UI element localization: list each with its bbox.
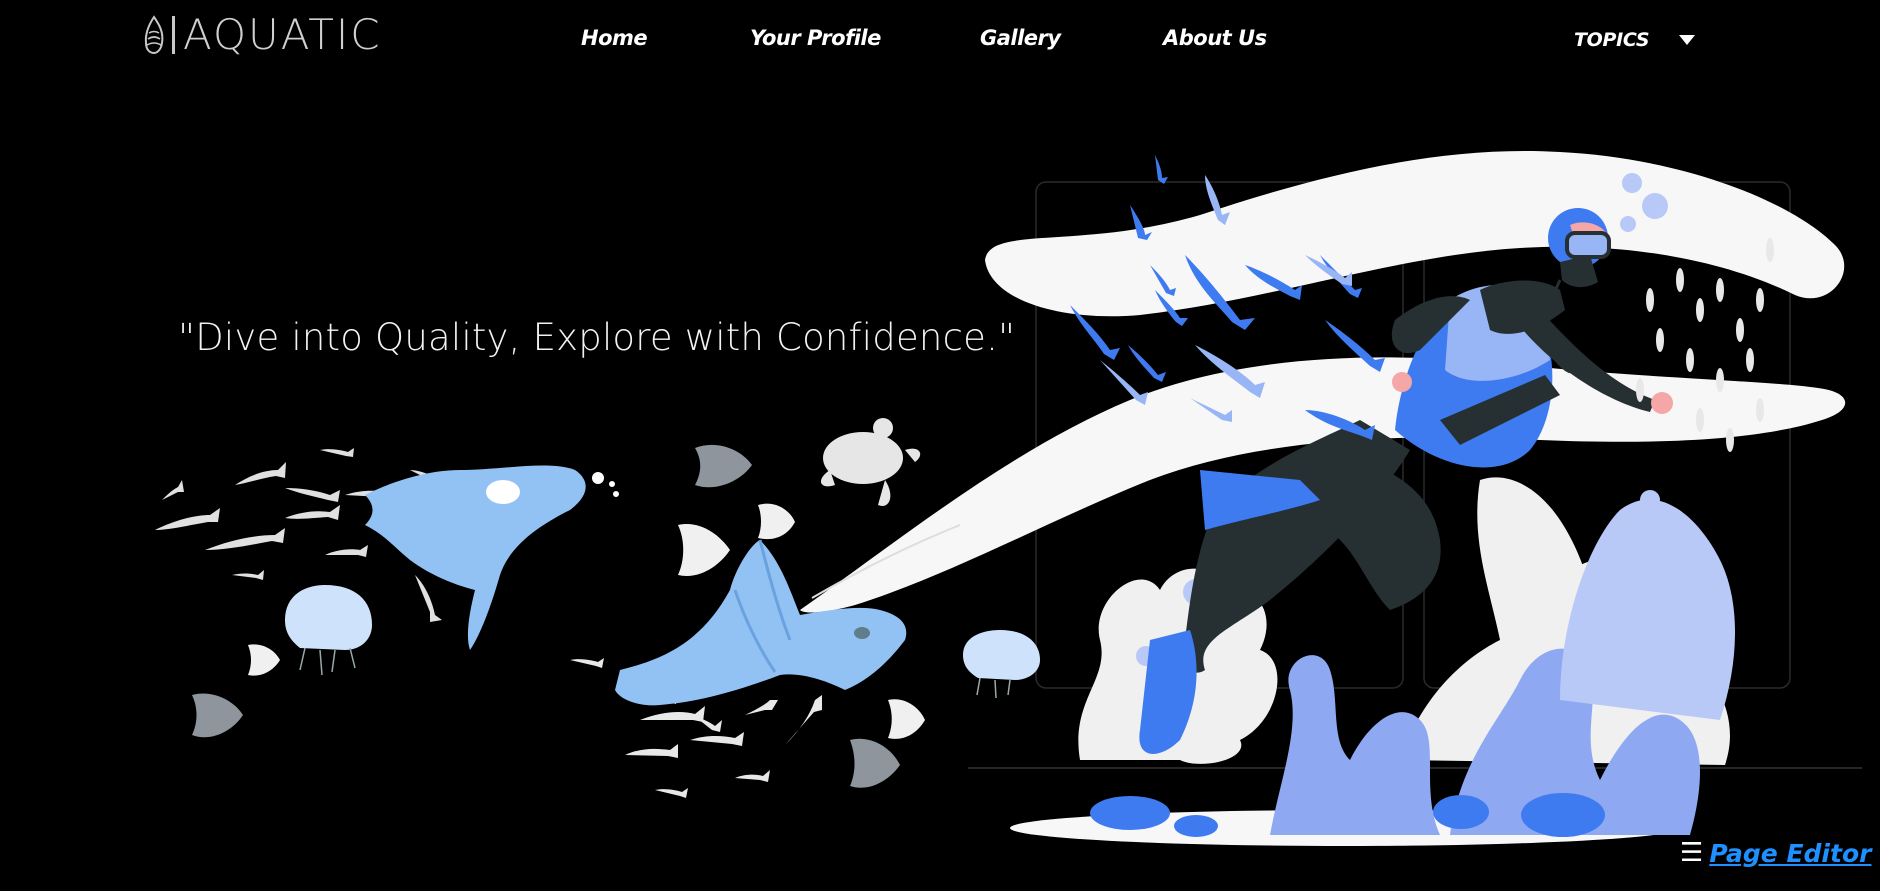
manta-ray (615, 539, 907, 706)
page-editor-link[interactable]: Page Editor (1709, 839, 1871, 868)
wave-top (985, 150, 1845, 317)
jellyfish-left (285, 585, 372, 676)
jellyfish-right (963, 630, 1040, 699)
seal (365, 465, 619, 650)
page-editor-control[interactable]: ☰ Page Editor (1680, 838, 1871, 868)
hero-tagline: "Dive into Quality, Explore with Confide… (178, 316, 1016, 359)
turtle (820, 418, 921, 506)
menu-icon: ☰ (1680, 838, 1704, 868)
hero-illustration (155, 150, 1862, 846)
